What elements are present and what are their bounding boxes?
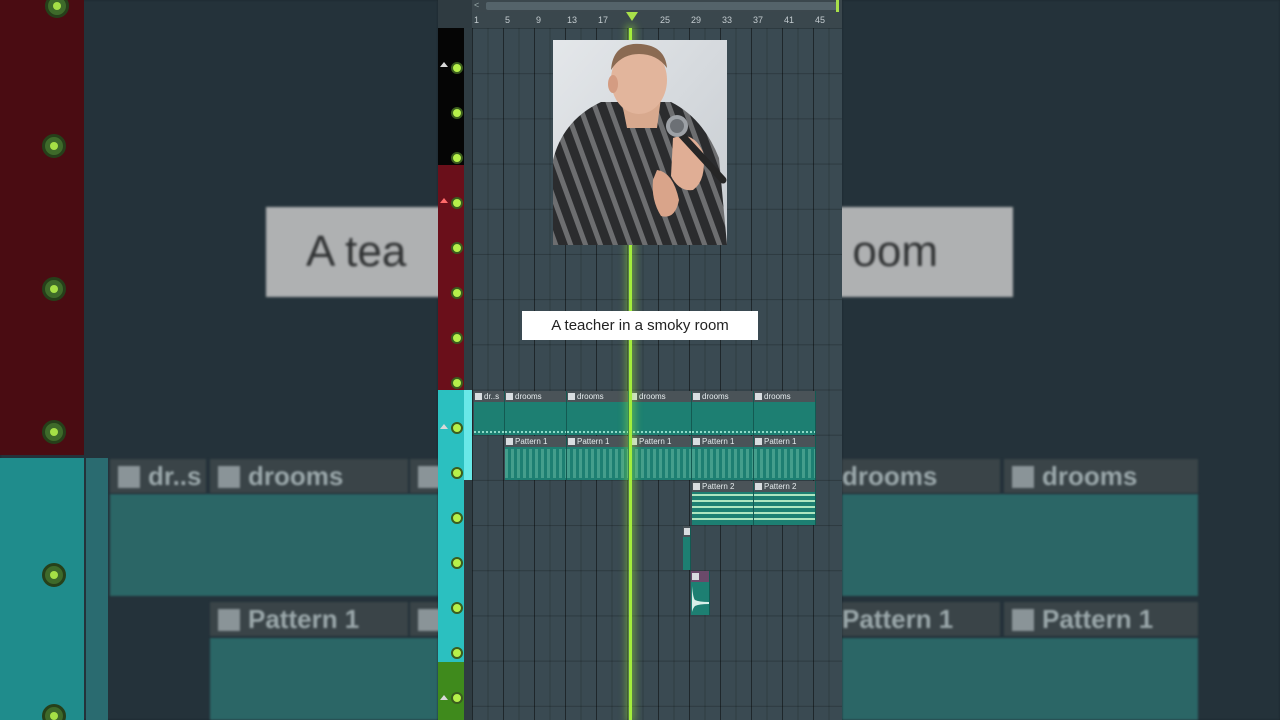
clip-label: dr..s <box>474 391 504 402</box>
track-mute-led-icon[interactable] <box>451 287 463 299</box>
playlist-clip-pattern-1[interactable]: Pattern 1 <box>629 436 692 480</box>
background-clip-label: Pattern 1 <box>210 602 408 636</box>
playlist-clip-pattern-1[interactable]: Pattern 1 <box>567 436 629 480</box>
bar-number: 41 <box>784 15 795 25</box>
background-pattern-lane <box>842 638 1198 720</box>
clip-label: Pattern 1 <box>629 436 691 447</box>
background-clip-label: drooms <box>1004 459 1198 493</box>
background-pattern-lane <box>210 638 438 720</box>
background-clip-label: drooms <box>842 459 1000 493</box>
bar-number: 33 <box>722 15 733 25</box>
track-mute-led-icon[interactable] <box>451 377 463 389</box>
background-clip-label: Pattern 1 <box>1004 602 1198 636</box>
bar-number: 9 <box>536 15 542 25</box>
clip-label: Pattern 2 <box>754 481 815 492</box>
track-header-black[interactable] <box>438 28 464 165</box>
playlist-clip-pattern-1[interactable]: Pattern 1 <box>505 436 567 480</box>
playlist-clip-drums[interactable]: drooms <box>754 391 816 435</box>
track-mute-led-icon[interactable] <box>451 152 463 164</box>
background-track-handle <box>86 458 108 720</box>
collapse-icon[interactable] <box>440 424 448 429</box>
track-mute-led-icon[interactable] <box>451 332 463 344</box>
webcam-overlay <box>553 40 727 245</box>
clip-label: drooms <box>692 391 753 402</box>
clip-label: Pattern 1 <box>505 436 566 447</box>
clip-label <box>691 571 709 582</box>
horizontal-scrollbar[interactable]: < <box>472 0 842 12</box>
track-mute-led-icon[interactable] <box>451 512 463 524</box>
bar-number: 17 <box>598 15 609 25</box>
playlist-clip-drums[interactable]: drooms <box>505 391 567 435</box>
scroll-left-icon[interactable]: < <box>474 0 479 10</box>
scrollbar-thumb[interactable] <box>486 2 838 10</box>
background-led-icon <box>42 420 66 444</box>
track-resize-handle[interactable] <box>464 480 472 720</box>
playlist-clip-drums[interactable]: drooms <box>629 391 692 435</box>
collapse-icon[interactable] <box>440 198 448 203</box>
playlist-corner-tools[interactable] <box>438 0 472 28</box>
background-caption-right: oom <box>852 227 938 276</box>
clip-label: drooms <box>505 391 566 402</box>
background-caption-left: A tea <box>306 227 407 276</box>
background-clip-label: dr..s <box>110 459 206 493</box>
background-clip-label <box>410 602 440 636</box>
clip-label: drooms <box>754 391 815 402</box>
background-clip-label: drooms <box>210 459 408 493</box>
bar-number: 29 <box>691 15 702 25</box>
track-mute-led-icon[interactable] <box>451 647 463 659</box>
clip-label: Pattern 2 <box>692 481 753 492</box>
collapse-icon[interactable] <box>440 62 448 67</box>
track-mute-led-icon[interactable] <box>451 557 463 569</box>
background-led-icon <box>42 563 66 587</box>
background-drum-lane <box>842 494 1198 596</box>
track-mute-led-icon[interactable] <box>451 197 463 209</box>
clip-label: Pattern 1 <box>567 436 628 447</box>
playlist-clip-drums[interactable]: dr..s <box>474 391 505 435</box>
clip-label: Pattern 1 <box>754 436 815 447</box>
collapse-icon[interactable] <box>440 695 448 700</box>
bar-number: 1 <box>474 15 480 25</box>
track-mute-led-icon[interactable] <box>451 602 463 614</box>
clip-label <box>683 526 690 537</box>
bar-number: 5 <box>505 15 511 25</box>
playlist-clip-drums[interactable]: drooms <box>692 391 754 435</box>
track-mute-led-icon[interactable] <box>451 242 463 254</box>
playlist-clip-audio[interactable] <box>691 571 710 615</box>
background-drum-lane <box>110 494 438 596</box>
track-header-green[interactable] <box>438 662 464 720</box>
clip-label: drooms <box>567 391 628 402</box>
clip-label: Pattern 1 <box>692 436 753 447</box>
person-with-microphone-image <box>553 40 727 245</box>
bar-number: 45 <box>815 15 826 25</box>
track-resize-handle[interactable] <box>464 28 472 390</box>
clip-label: drooms <box>629 391 691 402</box>
bar-number: 13 <box>567 15 578 25</box>
track-mute-led-icon[interactable] <box>451 107 463 119</box>
playlist-clip-pattern-1[interactable]: Pattern 1 <box>692 436 754 480</box>
playhead-marker-icon[interactable] <box>626 12 638 21</box>
track-mute-led-icon[interactable] <box>451 422 463 434</box>
bar-number: 37 <box>753 15 764 25</box>
track-resize-handle[interactable] <box>464 390 472 480</box>
playlist-clip-small[interactable] <box>683 526 691 570</box>
scroll-end-marker <box>836 0 839 12</box>
playlist-clip-pattern-1[interactable]: Pattern 1 <box>754 436 816 480</box>
playlist-clip-pattern-2[interactable]: Pattern 2 <box>692 481 754 525</box>
playlist-clip-drums[interactable]: drooms <box>567 391 629 435</box>
background-track-strip-red <box>0 0 84 455</box>
timeline-ruler[interactable]: 1 5 9 13 17 21 25 29 33 37 41 45 <box>472 12 842 29</box>
background-clip-label <box>410 459 440 493</box>
track-mute-led-icon[interactable] <box>451 467 463 479</box>
background-led-icon <box>42 134 66 158</box>
background-led-icon <box>42 277 66 301</box>
track-mute-led-icon[interactable] <box>451 692 463 704</box>
background-clip-label: Pattern 1 <box>842 602 1000 636</box>
background-track-strip-teal <box>0 458 84 720</box>
video-caption: A teacher in a smoky room <box>522 311 758 340</box>
playlist-clip-pattern-2[interactable]: Pattern 2 <box>754 481 816 525</box>
track-mute-led-icon[interactable] <box>451 62 463 74</box>
audio-waveform-icon <box>692 586 709 612</box>
bar-number: 25 <box>660 15 671 25</box>
track-headers <box>438 28 472 720</box>
